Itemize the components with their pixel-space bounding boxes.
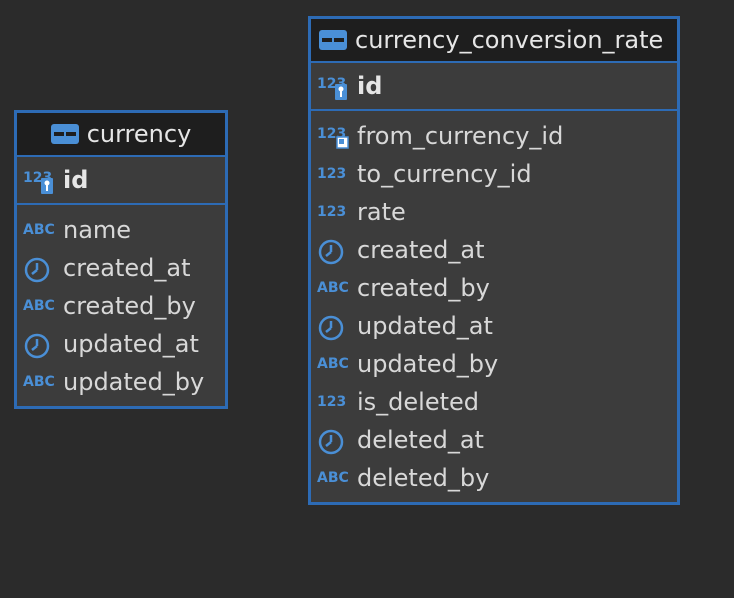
column-name: updated_by (63, 368, 205, 396)
svg-text:ABC: ABC (23, 374, 55, 390)
column-name: updated_by (357, 350, 499, 378)
foreign-key-icon: 123 (317, 124, 351, 149)
pk-column-name: id (63, 166, 89, 194)
column-row[interactable]: updated_at (17, 325, 225, 363)
number-type-icon: 123 (317, 162, 351, 186)
column-list: ABC name created_at ABC created_by updated_at… (17, 205, 225, 401)
column-row[interactable]: 123 to_currency_id (311, 155, 677, 193)
number-key-icon: 123 (317, 74, 351, 100)
column-name: updated_at (63, 330, 199, 358)
entity-header[interactable]: currency (17, 113, 225, 157)
svg-text:123: 123 (317, 394, 346, 410)
er-diagram-canvas: currency 123 id ABC name created_at ABC crea… (0, 0, 734, 598)
column-name: created_by (357, 274, 490, 302)
column-row[interactable]: 123 from_currency_id (311, 117, 677, 155)
column-row[interactable]: created_at (311, 231, 677, 269)
column-row[interactable]: ABC created_by (311, 269, 677, 307)
column-row[interactable]: ABC created_by (17, 287, 225, 325)
column-name: rate (357, 198, 406, 226)
entity-title: currency_conversion_rate (355, 26, 664, 54)
column-name: is_deleted (357, 388, 480, 416)
column-row[interactable]: deleted_at (311, 421, 677, 459)
svg-text:123: 123 (317, 204, 346, 220)
text-type-icon: ABC (317, 276, 351, 300)
primary-key-row[interactable]: 123 id (17, 157, 225, 205)
column-row[interactable]: ABC updated_by (17, 363, 225, 401)
text-type-icon: ABC (317, 352, 351, 376)
column-name: created_at (357, 236, 485, 264)
clock-icon (23, 332, 57, 359)
entity-title: currency (86, 120, 192, 148)
number-key-icon: 123 (23, 168, 57, 194)
clock-icon (317, 238, 351, 265)
column-row[interactable]: created_at (17, 249, 225, 287)
column-name: from_currency_id (357, 122, 564, 150)
column-name: to_currency_id (357, 160, 532, 188)
pk-column-name: id (357, 72, 383, 100)
clock-icon (317, 428, 351, 455)
text-type-icon: ABC (23, 218, 57, 242)
text-type-icon: ABC (317, 466, 351, 490)
svg-text:ABC: ABC (23, 298, 55, 314)
entity-currency-conversion-rate[interactable]: currency_conversion_rate 123 id 123 from_… (308, 16, 680, 505)
svg-text:123: 123 (317, 166, 346, 182)
svg-text:ABC: ABC (317, 470, 349, 486)
text-type-icon: ABC (23, 370, 57, 394)
clock-icon (23, 256, 57, 283)
column-name: created_at (63, 254, 191, 282)
column-name: deleted_at (357, 426, 484, 454)
column-list: 123 from_currency_id 123 to_currency_id 123 r… (311, 111, 677, 497)
svg-text:ABC: ABC (23, 222, 55, 238)
number-type-icon: 123 (317, 200, 351, 224)
column-row[interactable]: ABC updated_by (311, 345, 677, 383)
entity-currency[interactable]: currency 123 id ABC name created_at ABC crea… (14, 110, 228, 409)
column-name: updated_at (357, 312, 493, 340)
text-type-icon: ABC (23, 294, 57, 318)
number-type-icon: 123 (317, 390, 351, 414)
column-name: deleted_by (357, 464, 490, 492)
column-name: name (63, 216, 132, 244)
table-icon (50, 124, 79, 144)
column-row[interactable]: ABC deleted_by (311, 459, 677, 497)
primary-key-row[interactable]: 123 id (311, 63, 677, 111)
clock-icon (317, 314, 351, 341)
column-name: created_by (63, 292, 196, 320)
column-row[interactable]: 123 is_deleted (311, 383, 677, 421)
column-row[interactable]: 123 rate (311, 193, 677, 231)
column-row[interactable]: updated_at (311, 307, 677, 345)
table-icon (319, 30, 347, 50)
svg-text:ABC: ABC (317, 356, 349, 372)
entity-header[interactable]: currency_conversion_rate (311, 19, 677, 63)
svg-text:ABC: ABC (317, 280, 349, 296)
column-row[interactable]: ABC name (17, 211, 225, 249)
